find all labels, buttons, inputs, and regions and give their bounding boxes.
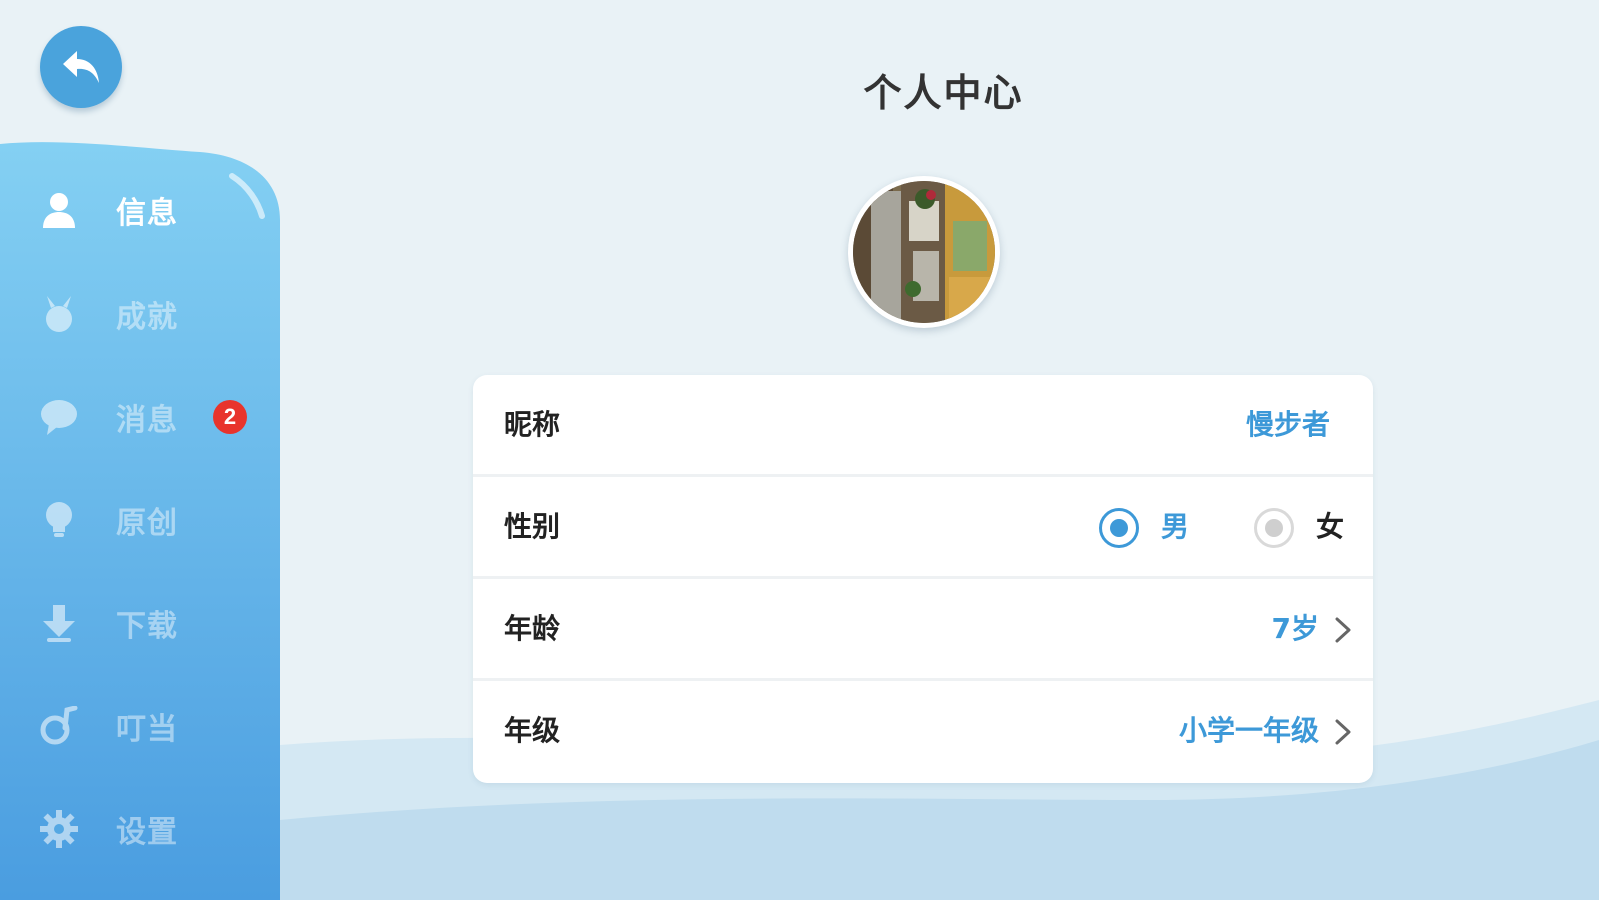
gender-label: 性别 bbox=[504, 510, 561, 543]
sidebar-item-settings[interactable]: 设置 bbox=[0, 779, 280, 879]
gender-male-radio[interactable] bbox=[1099, 508, 1139, 548]
grade-label: 年级 bbox=[504, 714, 561, 747]
grade-row[interactable]: 年级 小学一年级 bbox=[473, 681, 1373, 783]
download-icon bbox=[38, 602, 80, 644]
nickname-value: 慢步者 bbox=[1245, 408, 1330, 441]
sidebar-item-label: 消息 bbox=[116, 403, 178, 438]
music-note-icon bbox=[38, 705, 80, 747]
age-row[interactable]: 年龄 7岁 bbox=[473, 579, 1373, 681]
sidebar-item-label: 下载 bbox=[116, 609, 178, 644]
sidebar-item-original[interactable]: 原创 bbox=[0, 470, 280, 570]
sidebar-item-info[interactable]: 信息 bbox=[0, 160, 280, 260]
chevron-right-icon bbox=[1335, 719, 1351, 745]
gender-row: 性别 男 女 bbox=[473, 477, 1373, 579]
avatar-image bbox=[853, 181, 995, 323]
chevron-right-icon bbox=[1335, 617, 1351, 643]
gender-female-radio[interactable] bbox=[1254, 508, 1294, 548]
sidebar-item-label: 叮当 bbox=[116, 712, 178, 747]
page-title: 个人中心 bbox=[863, 71, 1024, 115]
unread-badge: 2 bbox=[213, 400, 247, 434]
sidebar-item-achievement[interactable]: 成就 bbox=[0, 264, 280, 364]
sidebar-item-download[interactable]: 下载 bbox=[0, 573, 280, 673]
sidebar-item-label: 设置 bbox=[116, 815, 178, 850]
lightbulb-icon bbox=[38, 499, 80, 541]
chat-bubble-icon bbox=[38, 396, 80, 438]
avatar[interactable] bbox=[848, 176, 1000, 328]
gear-icon bbox=[38, 808, 80, 850]
nickname-label: 昵称 bbox=[504, 408, 561, 441]
nickname-row[interactable]: 昵称 慢步者 bbox=[473, 375, 1373, 477]
app-root: 信息 成就 消息 2 原创 下载 叮当 设置 个人中心 昵称 慢步者 性别 男 … bbox=[0, 0, 1599, 900]
grade-value: 小学一年级 bbox=[1178, 714, 1319, 747]
age-label: 年龄 bbox=[504, 612, 561, 645]
profile-card: 昵称 慢步者 性别 男 女 年龄 7岁 年级 小学一年级 bbox=[473, 375, 1373, 783]
person-icon bbox=[38, 189, 80, 231]
sidebar: 信息 成就 消息 2 原创 下载 叮当 设置 bbox=[0, 140, 286, 900]
sidebar-item-dingdang[interactable]: 叮当 bbox=[0, 676, 280, 776]
gender-female-label[interactable]: 女 bbox=[1316, 477, 1344, 577]
age-value: 7岁 bbox=[1271, 612, 1319, 645]
medal-icon bbox=[38, 293, 80, 335]
gender-male-label[interactable]: 男 bbox=[1161, 477, 1189, 577]
sidebar-item-label: 成就 bbox=[116, 300, 178, 335]
sidebar-item-label: 原创 bbox=[116, 506, 178, 541]
sidebar-item-messages[interactable]: 消息 2 bbox=[0, 367, 280, 467]
sidebar-item-label: 信息 bbox=[116, 196, 178, 231]
